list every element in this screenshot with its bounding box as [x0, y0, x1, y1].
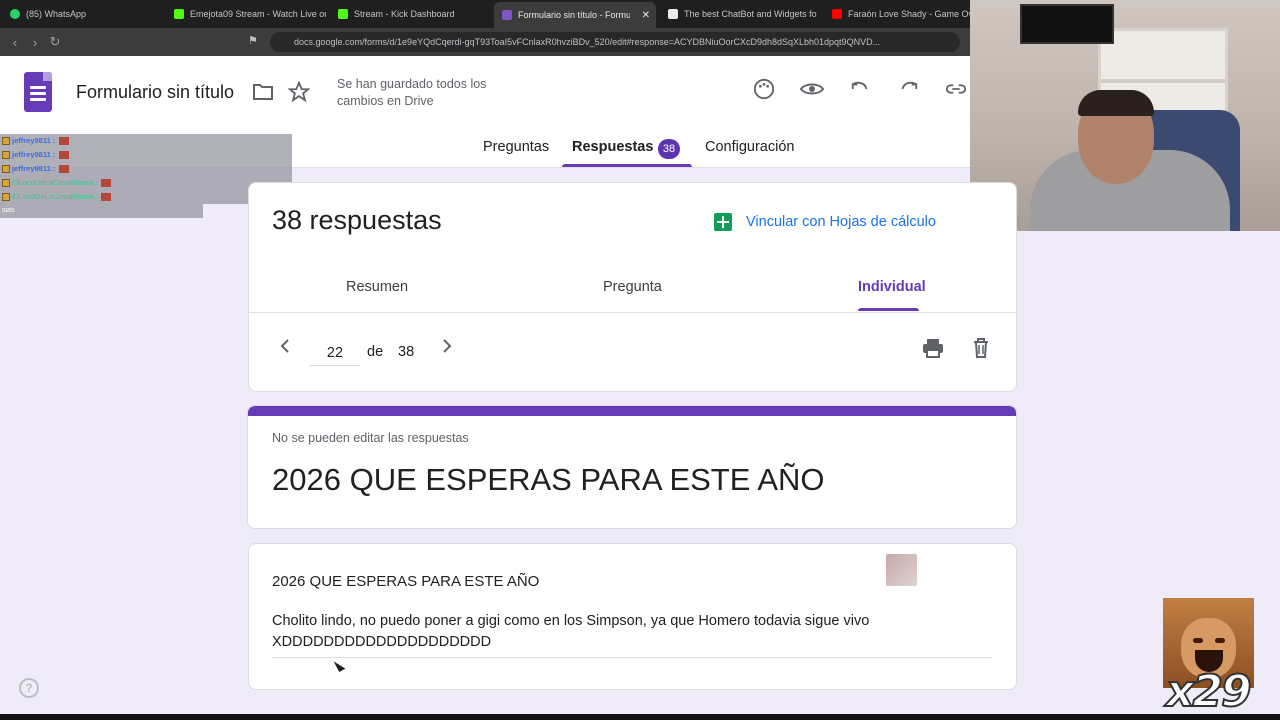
no-edit-notice: No se pueden editar las respuestas: [272, 431, 469, 445]
active-tab-indicator: [562, 164, 692, 167]
youtube-icon: [832, 9, 842, 19]
link-sheets-label: Vincular con Hojas de cálculo: [746, 214, 936, 230]
kick-icon: [174, 9, 184, 19]
responses-card: 38 respuestas Vincular con Hojas de cálc…: [248, 182, 1017, 392]
tab-label: Faraón Love Shady - Game Over Fa: [848, 9, 970, 19]
document-title[interactable]: Formulario sin título: [76, 82, 234, 103]
tv: [1020, 4, 1114, 44]
response-view-tabs: Resumen Pregunta Individual: [249, 268, 1016, 313]
emote-icon: [59, 151, 70, 159]
previous-response-icon[interactable]: [279, 338, 291, 359]
badge-icon: [2, 151, 10, 159]
chat-username: ElLocoDeLaCasaBlanca :: [12, 192, 98, 201]
tab-label: The best ChatBot and Widgets fo: [684, 9, 817, 19]
reload-icon[interactable]: ↻: [46, 33, 64, 51]
badge-icon: [2, 179, 10, 187]
combo-counter: x29: [1165, 665, 1253, 718]
chat-message: jeffrey9811 :: [0, 162, 292, 176]
browser-tab-kick-dashboard[interactable]: Stream - Kick Dashboard: [330, 4, 490, 24]
question-answer: Cholito lindo, no puedo poner a gigi com…: [272, 611, 992, 658]
emote-icon: [59, 165, 70, 173]
save-status: Se han guardado todos los cambios en Dri…: [337, 77, 487, 108]
folder-icon[interactable]: [252, 82, 274, 108]
kick-icon: [338, 9, 348, 19]
meme-eye: [1215, 638, 1225, 643]
streamer-hair: [1078, 90, 1154, 116]
preview-eye-icon[interactable]: [799, 78, 825, 106]
close-icon[interactable]: ✕: [642, 10, 650, 21]
tab-label: (85) WhatsApp: [26, 9, 87, 19]
chat-username: jeffrey9811 :: [12, 150, 56, 159]
form-title-card: No se pueden editar las respuestas 2026 …: [247, 405, 1017, 529]
palette-icon[interactable]: [753, 78, 775, 106]
tab-question[interactable]: Pregunta: [603, 279, 662, 295]
back-icon[interactable]: ‹: [6, 33, 24, 51]
browser-tab-forms[interactable]: Formulario sin título - Formulario ✕: [494, 2, 656, 28]
tab-settings[interactable]: Configuración: [705, 139, 794, 155]
emote-icon: [59, 137, 70, 145]
redo-icon[interactable]: [897, 78, 919, 106]
response-number-input[interactable]: [310, 340, 360, 366]
tab-label: Formulario sin título - Formulario: [518, 10, 630, 20]
form-title: 2026 QUE ESPERAS PARA ESTE AÑO: [272, 462, 825, 497]
google-forms-icon: [502, 10, 512, 20]
badge-icon: [2, 137, 10, 145]
tab-label: Stream - Kick Dashboard: [354, 9, 455, 19]
bookmark-icon[interactable]: ⚑: [248, 34, 262, 50]
star-icon[interactable]: [287, 80, 311, 109]
browser-tab-kick-watch[interactable]: Emejota09 Stream - Watch Live on Ki: [166, 4, 326, 24]
emote-icon: [101, 179, 112, 187]
chat-username: jeffrey9811 :: [12, 136, 56, 145]
google-forms-logo-icon[interactable]: [24, 72, 52, 112]
emote-icon: [101, 193, 112, 201]
link-sheets-button[interactable]: Vincular con Hojas de cálculo: [714, 213, 936, 231]
browser-tab-chatbot[interactable]: The best ChatBot and Widgets fo: [660, 4, 820, 24]
question-card: 2026 QUE ESPERAS PARA ESTE AÑO Cholito l…: [248, 543, 1017, 690]
pager-total: 38: [398, 344, 415, 360]
pager-of-label: de: [367, 344, 384, 360]
address-bar[interactable]: docs.google.com/forms/d/1e9eYQdCqerdi-gq…: [270, 32, 960, 52]
chatbot-icon: [668, 9, 678, 19]
bottom-strip: [0, 714, 1280, 720]
browser-tab-youtube[interactable]: Faraón Love Shady - Game Over Fa: [824, 4, 970, 24]
delete-icon[interactable]: [969, 336, 993, 360]
tab-individual[interactable]: Individual: [858, 279, 926, 295]
tab-summary[interactable]: Resumen: [346, 279, 408, 295]
forward-icon[interactable]: ›: [26, 33, 44, 51]
chat-message-fragment: sias: [0, 204, 203, 218]
sheets-icon: [714, 213, 732, 231]
url-text: docs.google.com/forms/d/1e9eYQdCqerdi-gq…: [294, 37, 881, 47]
responses-count-badge: 38: [658, 139, 680, 159]
next-response-icon[interactable]: [441, 338, 453, 359]
chat-message: jeffrey9811 :: [0, 148, 292, 162]
tab-label: Emejota09 Stream - Watch Live on Ki: [190, 9, 326, 19]
badge-icon: [2, 165, 10, 173]
response-pager: de 38: [249, 314, 1016, 392]
chat-username: ElLocoDeLaCasaBlanca :: [12, 178, 98, 187]
active-view-indicator: [858, 308, 919, 311]
chat-username: jeffrey9811 :: [12, 164, 56, 173]
question-label: 2026 QUE ESPERAS PARA ESTE AÑO: [272, 573, 540, 590]
help-icon[interactable]: ?: [19, 678, 39, 698]
badge-icon: [2, 193, 10, 201]
meme-eye: [1193, 638, 1203, 643]
tab-responses[interactable]: Respuestas: [572, 139, 653, 155]
link-icon[interactable]: [945, 78, 967, 106]
browser-toolbar: ‹ › ↻ ⚑ docs.google.com/forms/d/1e9eYQdC…: [0, 28, 970, 56]
browser-tab-whatsapp[interactable]: (85) WhatsApp: [2, 4, 162, 24]
whatsapp-icon: [10, 9, 20, 19]
chat-message: jeffrey9811 :: [0, 134, 292, 148]
responses-count-title: 38 respuestas: [272, 205, 442, 235]
print-icon[interactable]: [921, 336, 945, 360]
undo-icon[interactable]: [850, 78, 872, 106]
image-thumbnail: [886, 554, 917, 586]
tab-questions[interactable]: Preguntas: [483, 139, 549, 155]
accent-bar: [248, 406, 1016, 416]
